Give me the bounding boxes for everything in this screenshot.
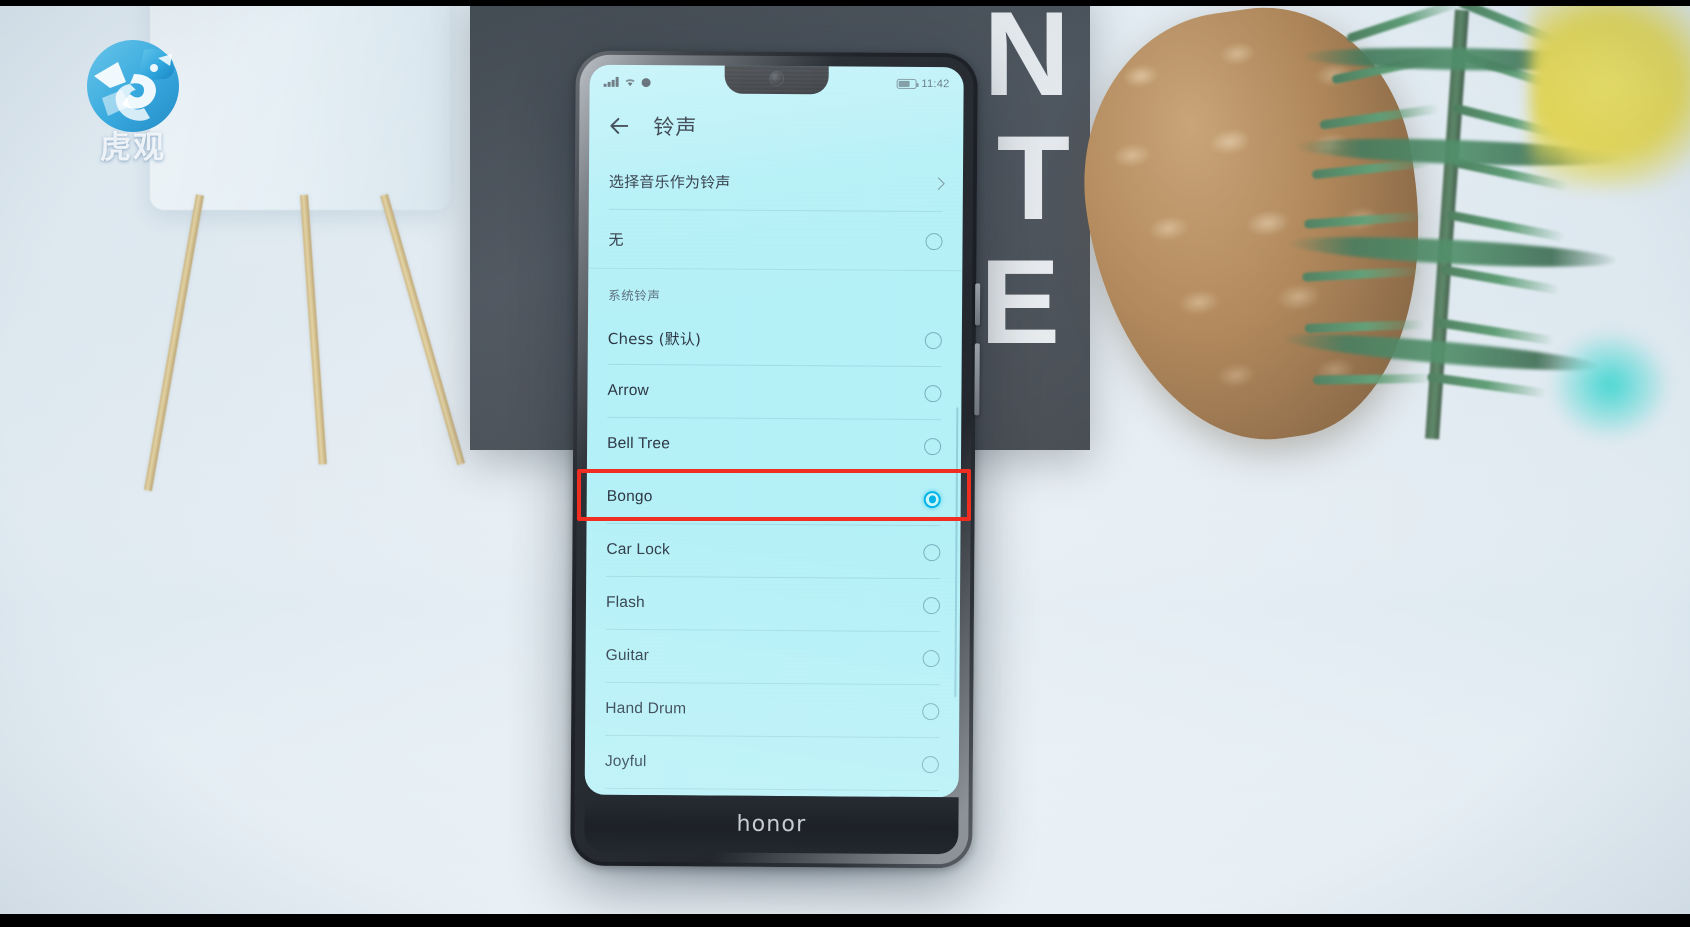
brand-logo-text: honor: [736, 811, 807, 838]
ringtone-rows-container: Chess (默认) Arrow Bell Tree Bongo Car Lock Fla…: [585, 312, 962, 798]
radio-button[interactable]: [922, 596, 941, 614]
status-bar: 11:42: [590, 65, 964, 102]
ringtone-label: Flash: [605, 593, 645, 612]
ringtone-list: 选择音乐作为铃声 无 系统铃声 Chess (默认) Arrow Bell Tree…: [585, 153, 963, 798]
row-pick-music[interactable]: 选择音乐作为铃声: [589, 153, 963, 212]
section-header-system-ringtones: 系统铃声: [608, 287, 661, 304]
row-label: 选择音乐作为铃声: [608, 172, 731, 192]
radio-button[interactable]: [921, 755, 939, 773]
phone-screen: 11:42 铃声 选择音乐作为铃声 无 系统铃声 Chess (默认) Arro…: [584, 64, 964, 798]
ringtone-row[interactable]: Flash: [586, 577, 960, 632]
radio-button[interactable]: [922, 649, 940, 667]
ringtone-row[interactable]: Guitar: [585, 630, 959, 685]
row-label: 无: [608, 230, 624, 249]
letterbox-bottom: [0, 914, 1690, 927]
radio-button-selected[interactable]: [923, 490, 941, 508]
letterbox-top: [0, 0, 1690, 6]
ringtone-label: Bell Tree: [607, 434, 671, 453]
ringtone-row[interactable]: Bongo: [587, 471, 961, 526]
status-dot-icon: [641, 77, 651, 87]
page-title: 铃声: [653, 115, 698, 140]
ringtone-row[interactable]: Arrow: [587, 365, 961, 420]
ringtone-row[interactable]: Chess (默认): [588, 312, 962, 367]
row-none[interactable]: 无: [588, 210, 962, 271]
signal-bars-icon: [603, 76, 619, 87]
ringtone-label: Hand Drum: [605, 699, 687, 718]
radio-button[interactable]: [922, 702, 940, 720]
radio-button[interactable]: [924, 384, 942, 402]
radio-button[interactable]: [924, 437, 942, 455]
ringtone-label: Bongo: [606, 487, 653, 506]
channel-watermark-logo: 虎观: [74, 24, 192, 169]
app-bar: 铃声: [589, 99, 963, 156]
ringtone-label: Car Lock: [606, 540, 671, 559]
ringtone-label: Arrow: [607, 381, 650, 400]
ringtone-row[interactable]: Hand Drum: [585, 683, 959, 738]
ringtone-row[interactable]: Car Lock: [586, 524, 960, 579]
radio-button[interactable]: [925, 232, 943, 250]
ringtone-label: Guitar: [605, 646, 650, 665]
status-bar-right: 11:42: [896, 78, 950, 91]
power-button[interactable]: [974, 343, 980, 416]
radio-button[interactable]: [924, 331, 942, 349]
battery-icon: [896, 78, 917, 89]
back-arrow-icon[interactable]: [607, 114, 631, 138]
honor-phone-device: 11:42 铃声 选择音乐作为铃声 无 系统铃声 Chess (默认) Arro…: [570, 50, 981, 869]
status-bar-time: 11:42: [921, 78, 950, 91]
radio-button[interactable]: [923, 543, 941, 561]
chevron-right-icon: [932, 176, 945, 190]
scene-photo: N T E: [0, 0, 1690, 927]
ringtone-row[interactable]: Joyful: [585, 736, 959, 791]
status-bar-left: [603, 76, 651, 87]
watermark-text: 虎观: [100, 130, 166, 166]
wifi-icon: [625, 79, 635, 87]
ringtone-row[interactable]: Bell Tree: [587, 418, 961, 473]
phone-chin: honor: [584, 794, 959, 855]
ringtone-label: Joyful: [604, 752, 647, 771]
volume-button[interactable]: [974, 283, 981, 326]
ringtone-label: Chess (默认): [607, 329, 702, 348]
